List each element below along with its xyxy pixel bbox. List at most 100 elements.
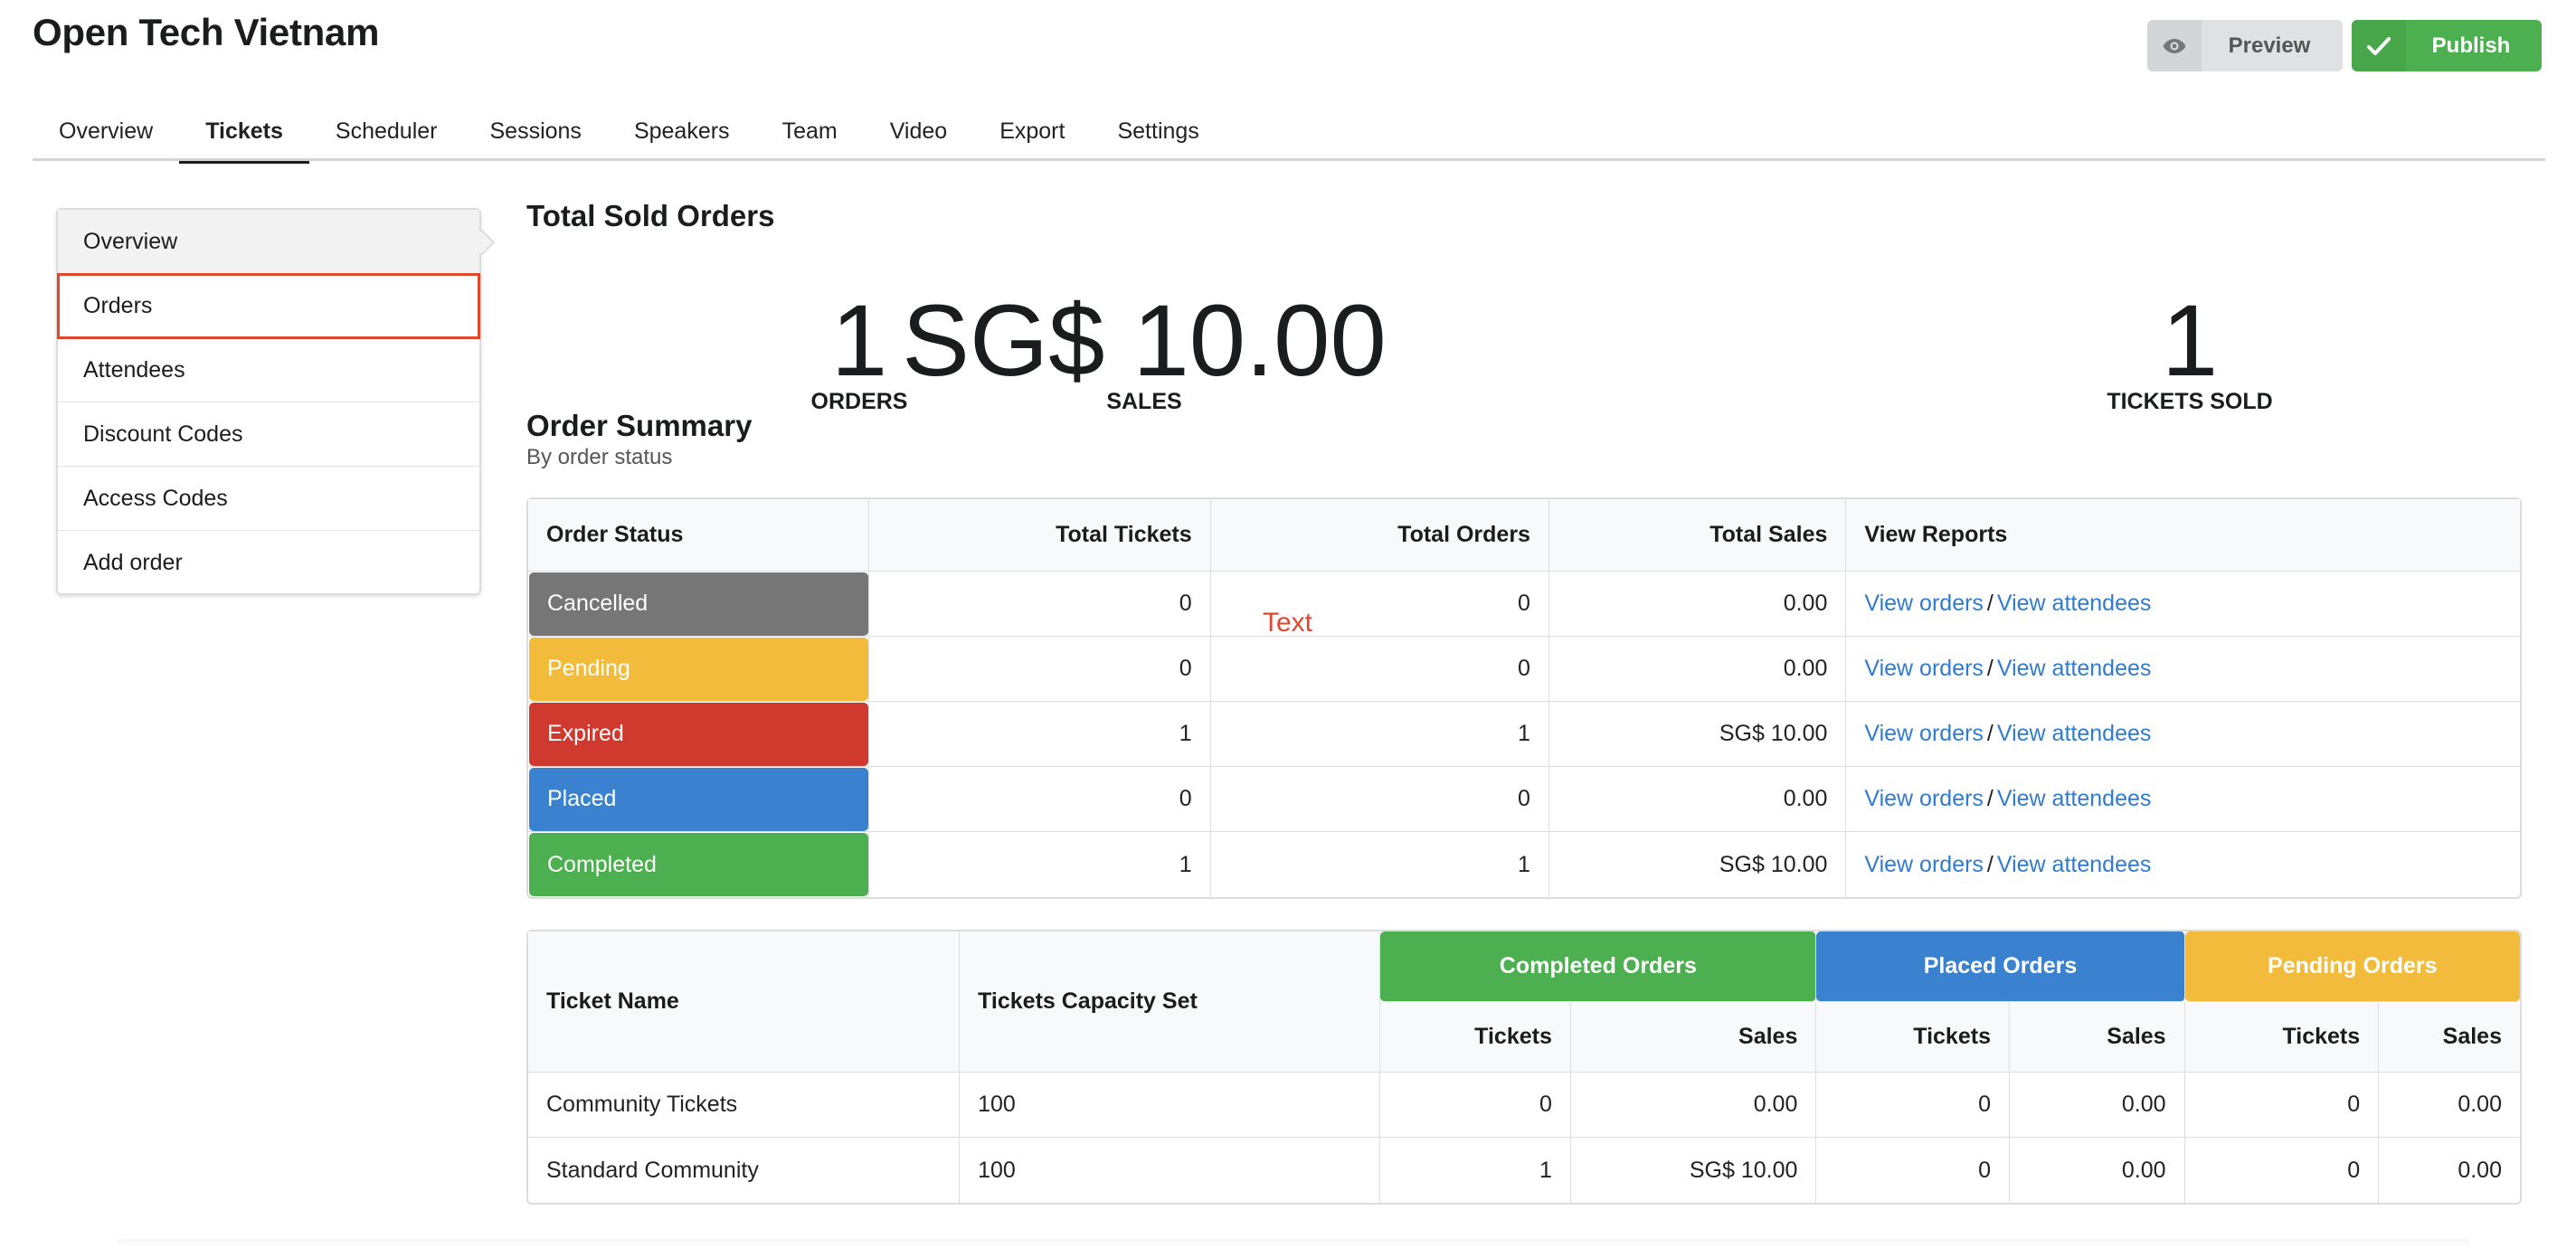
- cell-reports: View orders / View attendees: [1846, 702, 2520, 767]
- tab-overview[interactable]: Overview: [33, 101, 179, 161]
- tab-speakers[interactable]: Speakers: [608, 101, 756, 161]
- link-separator: /: [1986, 591, 1994, 616]
- stats-row: 1 ORDERS SG$ 10.00 SALES 1 TICKETS SOLD: [526, 233, 2522, 415]
- cell-pending-tickets: 0: [2184, 1073, 2380, 1138]
- tab-team[interactable]: Team: [756, 101, 864, 161]
- preview-button[interactable]: Preview: [2147, 20, 2343, 71]
- view-orders-link[interactable]: View orders: [1864, 721, 1984, 746]
- col-ticket-name: Ticket Name: [528, 931, 961, 1073]
- app-root: Open Tech Vietnam Preview Publish Overvi…: [0, 0, 2576, 1248]
- cell-pending-tickets: 0: [2185, 1138, 2380, 1203]
- view-attendees-link[interactable]: View attendees: [1997, 786, 2152, 811]
- sidebar-item-orders[interactable]: Orders: [57, 273, 480, 339]
- status-badge: Completed: [529, 833, 869, 896]
- cell-tickets: 0: [869, 767, 1211, 832]
- view-attendees-link[interactable]: View attendees: [1997, 721, 2152, 746]
- tab-settings[interactable]: Settings: [1091, 101, 1225, 161]
- cell-completed-sales: SG$ 10.00: [1571, 1138, 1817, 1203]
- col-group-pending: Pending Orders: [2184, 931, 2520, 1002]
- cell-completed-sales: 0.00: [1570, 1073, 1817, 1138]
- table-row: Standard Community 100 1 SG$ 10.00 0 0.0…: [528, 1138, 2520, 1203]
- view-attendees-link[interactable]: View attendees: [1997, 591, 2152, 616]
- cell-orders: 0: [1210, 767, 1549, 832]
- tab-export[interactable]: Export: [973, 101, 1091, 161]
- sidebar-item-access-codes[interactable]: Access Codes: [58, 467, 479, 531]
- view-orders-link[interactable]: View orders: [1864, 852, 1984, 877]
- col-total-tickets: Total Tickets: [869, 499, 1211, 572]
- table-row: Pending 0 0 0.00 View orders / View attend…: [528, 637, 2520, 702]
- status-badge: Cancelled: [529, 572, 869, 636]
- col-placed-sales: Sales: [2009, 1002, 2185, 1073]
- col-group-completed: Completed Orders: [1380, 931, 1817, 1002]
- col-completed-tickets: Tickets: [1380, 1002, 1571, 1073]
- cell-sales: 0.00: [1548, 637, 1847, 702]
- link-separator: /: [1986, 656, 1994, 681]
- sidebar-item-add-order[interactable]: Add order: [58, 531, 479, 595]
- status-badge: Expired: [529, 702, 869, 766]
- cell-ticket-name: Standard Community: [528, 1138, 961, 1203]
- publish-button-label: Publish: [2431, 33, 2511, 58]
- cell-tickets: 1: [869, 702, 1211, 767]
- link-separator: /: [1986, 721, 1994, 746]
- view-attendees-link[interactable]: View attendees: [1997, 656, 2152, 681]
- stat-tickets-value: 1: [2161, 284, 2219, 397]
- ticket-orders-table: Ticket Name Tickets Capacity Set Complet…: [526, 930, 2522, 1205]
- view-orders-link[interactable]: View orders: [1864, 786, 1984, 811]
- order-summary-title: Order Summary: [526, 409, 753, 442]
- cell-placed-sales: 0.00: [2009, 1073, 2185, 1138]
- cell-tickets: 1: [869, 832, 1211, 897]
- overlay-text-label: Text: [1263, 608, 1313, 638]
- stat-sales-value: SG$ 10.00: [902, 284, 1387, 397]
- col-view-reports: View Reports: [1846, 499, 2520, 572]
- eye-icon: [2147, 20, 2202, 71]
- sidebar-item-discount-codes[interactable]: Discount Codes: [58, 402, 479, 467]
- cell-ticket-name: Community Tickets: [528, 1073, 961, 1138]
- sidebar-item-overview[interactable]: Overview: [58, 210, 479, 274]
- view-attendees-link[interactable]: View attendees: [1997, 852, 2152, 877]
- table-row: Expired 1 1 SG$ 10.00 View orders / View a…: [528, 702, 2520, 767]
- table-header-row: Order Status Total Tickets Total Orders …: [528, 499, 2520, 572]
- main-tabs: Overview Tickets Scheduler Sessions Spea…: [33, 101, 2545, 164]
- order-summary-table: Order Status Total Tickets Total Orders …: [526, 497, 2522, 899]
- page-title: Open Tech Vietnam: [33, 11, 380, 53]
- table-row: Placed 0 0 0.00 View orders / View attende…: [528, 767, 2520, 832]
- cell-sales: SG$ 10.00: [1549, 832, 1847, 897]
- cell-sales: 0.00: [1548, 767, 1847, 832]
- col-order-status: Order Status: [528, 499, 870, 572]
- tab-sessions[interactable]: Sessions: [463, 101, 607, 161]
- view-orders-link[interactable]: View orders: [1864, 656, 1984, 681]
- cell-completed-tickets: 1: [1380, 1138, 1571, 1203]
- stat-sales: SG$ 10.00 SALES: [526, 288, 1762, 415]
- col-placed-tickets: Tickets: [1816, 1002, 2010, 1073]
- col-pending-tickets: Tickets: [2184, 1002, 2380, 1073]
- total-sold-title: Total Sold Orders: [526, 199, 775, 232]
- cell-placed-tickets: 0: [1816, 1138, 2010, 1203]
- tab-video[interactable]: Video: [864, 101, 974, 161]
- sidebar-item-attendees[interactable]: Attendees: [58, 338, 479, 402]
- tickets-sidebar: Overview Orders Attendees Discount Codes…: [56, 208, 481, 595]
- cell-pending-sales: 0.00: [2379, 1073, 2520, 1138]
- order-summary-header: Order Summary By order status: [526, 409, 752, 470]
- cell-completed-tickets: 0: [1380, 1073, 1571, 1138]
- cell-orders: 1: [1210, 702, 1549, 767]
- table-header-row: Ticket Name Tickets Capacity Set Complet…: [528, 931, 2520, 1073]
- col-capacity: Tickets Capacity Set: [960, 931, 1381, 1073]
- cell-placed-tickets: 0: [1816, 1073, 2010, 1138]
- tab-scheduler[interactable]: Scheduler: [309, 101, 464, 161]
- footer-shadow: [118, 1239, 2469, 1248]
- tab-tickets[interactable]: Tickets: [179, 101, 309, 164]
- col-group-placed: Placed Orders: [1816, 931, 2185, 1002]
- status-badge: Placed: [529, 767, 869, 831]
- cell-sales: SG$ 10.00: [1548, 702, 1847, 767]
- publish-button[interactable]: Publish: [2352, 20, 2542, 71]
- cell-placed-sales: 0.00: [2010, 1138, 2185, 1203]
- col-pending-sales: Sales: [2379, 1002, 2520, 1073]
- cell-reports: View orders / View attendees: [1846, 767, 2520, 832]
- cell-reports: View orders / View attendees: [1846, 572, 2520, 637]
- cell-tickets: 0: [869, 572, 1211, 637]
- view-orders-link[interactable]: View orders: [1864, 591, 1984, 616]
- cell-sales: 0.00: [1548, 572, 1847, 637]
- col-total-orders: Total Orders: [1210, 499, 1549, 572]
- preview-button-label: Preview: [2228, 33, 2311, 58]
- cell-capacity: 100: [960, 1138, 1381, 1203]
